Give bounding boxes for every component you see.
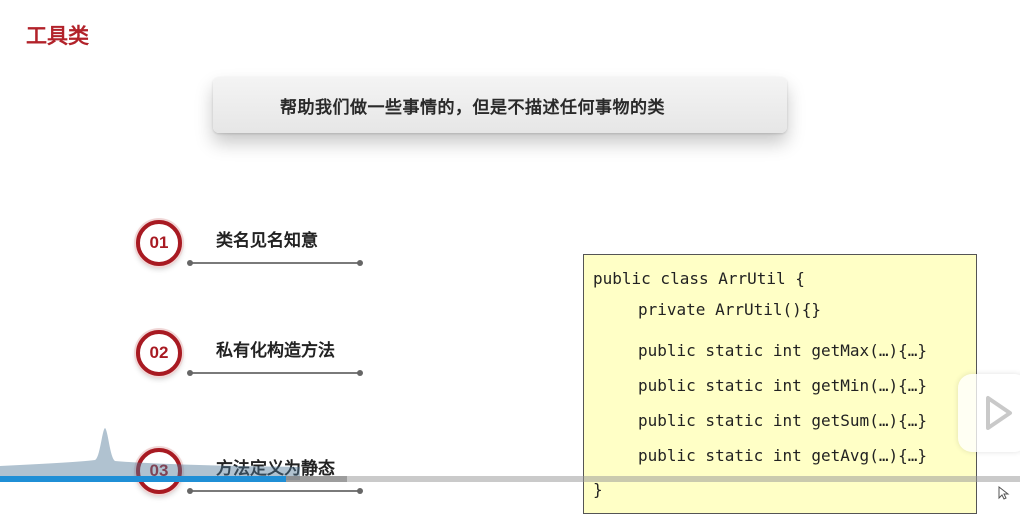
banner-text: 帮助我们做一些事情的，但是不描述任何事物的类 bbox=[280, 98, 665, 118]
point-label: 私有化构造方法 bbox=[216, 341, 335, 361]
code-line: public static int getMin(…){…} bbox=[638, 376, 927, 395]
definition-banner: 帮助我们做一些事情的，但是不描述任何事物的类 bbox=[213, 77, 787, 133]
code-line: public class ArrUtil { bbox=[593, 269, 805, 288]
underline-divider bbox=[187, 260, 363, 266]
number-badge: 01 bbox=[136, 220, 182, 266]
progress-fill bbox=[0, 476, 286, 482]
code-line: } bbox=[593, 480, 603, 499]
progress-bar[interactable] bbox=[0, 476, 1020, 482]
cursor-icon bbox=[998, 486, 1010, 500]
audio-waveform bbox=[0, 428, 300, 480]
underline-divider bbox=[187, 370, 363, 376]
point-label: 类名见名知意 bbox=[216, 231, 318, 251]
code-block: public class ArrUtil { private ArrUtil()… bbox=[583, 254, 977, 514]
code-line: public static int getMax(…){…} bbox=[638, 341, 927, 360]
point-item-01: 01 类名见名知意 bbox=[136, 220, 376, 280]
point-item-02: 02 私有化构造方法 bbox=[136, 330, 376, 390]
number-badge: 02 bbox=[136, 330, 182, 376]
code-line: private ArrUtil(){} bbox=[638, 300, 822, 319]
code-line: public static int getAvg(…){…} bbox=[638, 446, 927, 465]
page-title: 工具类 bbox=[26, 24, 89, 48]
underline-divider bbox=[187, 488, 363, 494]
play-icon bbox=[986, 396, 1012, 430]
code-line: public static int getSum(…){…} bbox=[638, 411, 927, 430]
play-button[interactable] bbox=[958, 374, 1020, 452]
